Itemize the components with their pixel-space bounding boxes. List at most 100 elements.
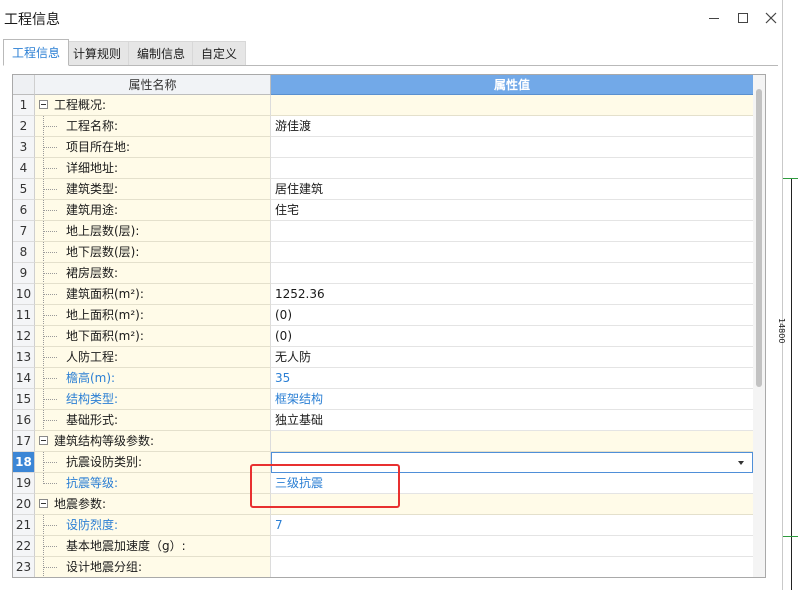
table-row[interactable]: 3 项目所在地: xyxy=(13,137,753,158)
property-name-cell: 建筑类型: xyxy=(35,179,271,200)
table-row[interactable]: 5 建筑类型: 居住建筑 xyxy=(13,179,753,200)
row-number[interactable]: 20 xyxy=(13,494,35,515)
collapse-icon[interactable] xyxy=(39,499,48,508)
row-number[interactable]: 21 xyxy=(13,515,35,536)
tab-calc-rules[interactable]: 计算规则 xyxy=(64,41,131,65)
row-number[interactable]: 7 xyxy=(13,221,35,242)
property-value: 框架结构 xyxy=(275,392,324,406)
table-row[interactable]: 4 详细地址: xyxy=(13,158,753,179)
property-name-cell: 设防烈度: xyxy=(35,515,271,536)
property-value: 游佳渡 xyxy=(275,119,312,133)
table-row[interactable]: 12 地下面积(m²): (0) xyxy=(13,326,753,347)
table-row[interactable]: 10 建筑面积(m²): 1252.36 xyxy=(13,284,753,305)
row-number[interactable]: 15 xyxy=(13,389,35,410)
table-row[interactable]: 1 工程概况: xyxy=(13,95,753,116)
property-value-cell[interactable]: 居住建筑 xyxy=(271,179,753,200)
row-number[interactable]: 1 xyxy=(13,95,35,116)
row-number[interactable]: 5 xyxy=(13,179,35,200)
dropdown-arrow-icon[interactable] xyxy=(738,461,744,465)
table-row[interactable]: 14 檐高(m): 35 xyxy=(13,368,753,389)
property-value-cell[interactable] xyxy=(271,242,753,263)
table-row[interactable]: 17 建筑结构等级参数: xyxy=(13,431,753,452)
property-name-cell: 抗震等级: xyxy=(35,473,271,494)
table-row[interactable]: 23 设计地震分组: xyxy=(13,557,753,577)
property-value: (0) xyxy=(275,308,292,322)
row-number[interactable]: 18 xyxy=(13,452,35,473)
property-value-cell[interactable] xyxy=(271,137,753,158)
property-value-cell[interactable]: (0) xyxy=(271,326,753,347)
table-row[interactable]: 21 设防烈度: 7 xyxy=(13,515,753,536)
collapse-icon[interactable] xyxy=(39,436,48,445)
row-number[interactable]: 17 xyxy=(13,431,35,452)
property-name-cell: 设计地震分组: xyxy=(35,557,271,577)
property-value-cell[interactable]: 35 xyxy=(271,368,753,389)
row-number[interactable]: 6 xyxy=(13,200,35,221)
property-label: 建筑面积(m²): xyxy=(66,287,144,301)
table-row[interactable]: 6 建筑用途: 住宅 xyxy=(13,200,753,221)
property-value-cell[interactable] xyxy=(271,557,753,577)
property-value-cell[interactable] xyxy=(271,158,753,179)
property-name-cell: 建筑结构等级参数: xyxy=(35,431,271,452)
table-row[interactable]: 11 地上面积(m²): (0) xyxy=(13,305,753,326)
property-label: 抗震等级: xyxy=(66,476,119,490)
table-row[interactable]: 7 地上层数(层): xyxy=(13,221,753,242)
property-value-cell[interactable]: 独立基础 xyxy=(271,410,753,431)
row-number[interactable]: 22 xyxy=(13,536,35,557)
tree-line xyxy=(43,147,57,148)
table-row[interactable]: 15 结构类型: 框架结构 xyxy=(13,389,753,410)
table-row[interactable]: 16 基础形式: 独立基础 xyxy=(13,410,753,431)
row-number[interactable]: 16 xyxy=(13,410,35,431)
row-number[interactable]: 23 xyxy=(13,557,35,577)
table-row[interactable]: 9 裙房层数: xyxy=(13,263,753,284)
property-label: 建筑用途: xyxy=(66,203,119,217)
table-row[interactable]: 22 基本地震加速度（g）: xyxy=(13,536,753,557)
tab-custom[interactable]: 自定义 xyxy=(192,41,247,65)
property-label: 基础形式: xyxy=(66,413,119,427)
scrollbar-thumb[interactable] xyxy=(756,89,762,387)
property-value: (0) xyxy=(275,329,292,343)
row-number[interactable]: 3 xyxy=(13,137,35,158)
row-number[interactable]: 9 xyxy=(13,263,35,284)
tab-project-info[interactable]: 工程信息 xyxy=(3,39,70,66)
property-value-cell[interactable]: (0) xyxy=(271,305,753,326)
property-value-cell[interactable] xyxy=(271,263,753,284)
grid-header: 属性名称 属性值 xyxy=(13,75,765,95)
property-value-cell[interactable] xyxy=(271,431,753,452)
row-number[interactable]: 13 xyxy=(13,347,35,368)
property-label: 设防烈度: xyxy=(66,518,119,532)
row-number[interactable]: 2 xyxy=(13,116,35,137)
property-value-cell[interactable] xyxy=(271,95,753,116)
row-number[interactable]: 8 xyxy=(13,242,35,263)
row-number[interactable]: 11 xyxy=(13,305,35,326)
row-number[interactable]: 10 xyxy=(13,284,35,305)
row-number[interactable]: 14 xyxy=(13,368,35,389)
collapse-icon[interactable] xyxy=(39,100,48,109)
property-label: 地下层数(层): xyxy=(66,245,140,259)
property-value-cell[interactable]: 游佳渡 xyxy=(271,116,753,137)
property-value-cell[interactable]: 7 xyxy=(271,515,753,536)
vertical-scrollbar[interactable] xyxy=(753,75,765,577)
property-label: 人防工程: xyxy=(66,350,119,364)
row-number[interactable]: 12 xyxy=(13,326,35,347)
property-value-cell[interactable] xyxy=(271,221,753,242)
row-number[interactable]: 4 xyxy=(13,158,35,179)
tree-line xyxy=(43,126,57,127)
table-row[interactable]: 13 人防工程: 无人防 xyxy=(13,347,753,368)
table-row[interactable]: 2 工程名称: 游佳渡 xyxy=(13,116,753,137)
property-value-cell[interactable]: 住宅 xyxy=(271,200,753,221)
property-value-cell[interactable]: 1252.36 xyxy=(271,284,753,305)
close-icon[interactable] xyxy=(762,9,780,27)
property-name-cell: 地下层数(层): xyxy=(35,242,271,263)
property-value: 无人防 xyxy=(275,350,312,364)
maximize-icon[interactable] xyxy=(734,9,752,27)
property-value-cell[interactable]: 框架结构 xyxy=(271,389,753,410)
property-value-cell[interactable]: 无人防 xyxy=(271,347,753,368)
property-name-cell: 人防工程: xyxy=(35,347,271,368)
table-row[interactable]: 8 地下层数(层): xyxy=(13,242,753,263)
property-name-cell: 项目所在地: xyxy=(35,137,271,158)
tab-compile-info[interactable]: 编制信息 xyxy=(128,41,195,65)
minimize-icon[interactable] xyxy=(705,9,723,27)
tree-line xyxy=(43,483,57,484)
row-number[interactable]: 19 xyxy=(13,473,35,494)
property-value-cell[interactable] xyxy=(271,536,753,557)
